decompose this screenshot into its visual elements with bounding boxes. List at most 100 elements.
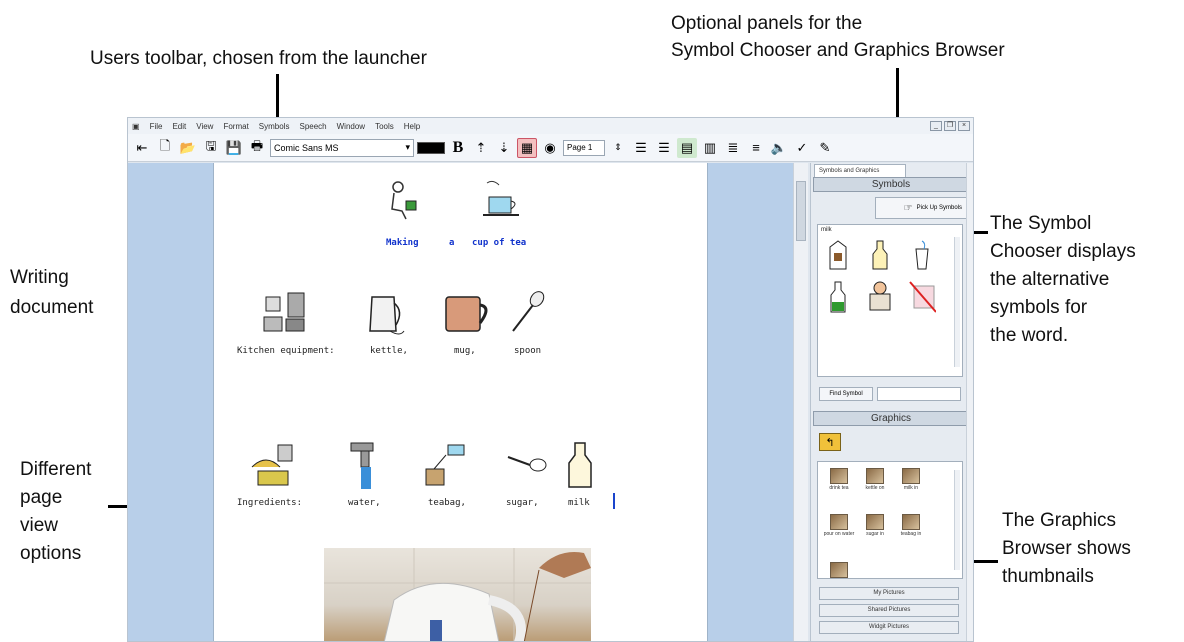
shared-pictures-button[interactable]: Shared Pictures xyxy=(819,604,959,617)
teacup-icon xyxy=(483,180,519,216)
callout-graphics-browser-3: thumbnails xyxy=(1002,566,1094,587)
callout-graphics-browser-1: The Graphics xyxy=(1002,510,1117,531)
symbol-option-milk-glass[interactable] xyxy=(908,237,936,273)
save-icon[interactable]: 💾 xyxy=(224,138,244,158)
page-stepper-icon[interactable]: ⇕ xyxy=(608,138,628,158)
callout-symbol-chooser-5: the word. xyxy=(990,325,1069,346)
symbols-section-header: Symbols xyxy=(813,177,969,192)
speaker-icon[interactable]: 🔈 xyxy=(769,138,789,158)
graphics-browser-scrollbar[interactable] xyxy=(954,470,960,570)
page-field[interactable]: Page 1 xyxy=(563,139,605,156)
teabag-symbol xyxy=(420,443,468,489)
menu-edit[interactable]: Edit xyxy=(172,122,186,131)
panel-scrollbar[interactable] xyxy=(966,163,973,641)
find-symbol-input[interactable] xyxy=(877,387,961,401)
minimize-icon[interactable]: _ xyxy=(930,121,942,131)
thumbnail-pour-on-water[interactable]: pour on water xyxy=(822,514,856,537)
find-symbol-button[interactable]: Find Symbol xyxy=(819,387,873,401)
align-center-icon[interactable]: ☰ xyxy=(654,138,674,158)
bold-button[interactable]: B xyxy=(448,138,468,158)
thumbnail-kettle-on[interactable]: kettle on xyxy=(858,468,892,491)
cup-of-tea-symbol xyxy=(479,179,523,221)
spellcheck-icon[interactable]: ✓ xyxy=(792,138,812,158)
milk-carton-icon xyxy=(829,240,847,270)
save-as-icon[interactable]: 🖫 xyxy=(201,138,221,158)
symbol-option-no-milk[interactable] xyxy=(908,279,936,315)
callout-symbol-chooser-4: symbols for xyxy=(990,297,1088,318)
widgit-pictures-button[interactable]: Widgit Pictures xyxy=(819,621,959,634)
no-milk-icon xyxy=(909,281,936,313)
symbol-option-milk-bottle[interactable] xyxy=(866,237,894,273)
font-select[interactable]: Comic Sans MS ▾ xyxy=(270,138,414,157)
menu-tools[interactable]: Tools xyxy=(375,122,394,131)
app-icon: ▣ xyxy=(132,121,140,131)
document-scroll-thumb[interactable] xyxy=(796,181,806,241)
symbol-option-milking[interactable] xyxy=(866,279,894,315)
symbol-option-milk-carton[interactable] xyxy=(824,237,852,273)
open-folder-icon[interactable]: 📂 xyxy=(178,138,198,158)
folder-up-button[interactable]: ↰ xyxy=(819,433,841,451)
text-cursor xyxy=(613,493,615,509)
kettle-photo xyxy=(324,548,591,641)
menu-help[interactable]: Help xyxy=(404,122,420,131)
menu-file[interactable]: File xyxy=(150,122,163,131)
new-document-icon[interactable]: 🗋 xyxy=(155,138,175,158)
milk-bottle-icon xyxy=(568,442,592,488)
menu-view[interactable]: View xyxy=(196,122,213,131)
align-left-icon[interactable]: ☰ xyxy=(631,138,651,158)
callout-page-view-4: options xyxy=(20,543,82,564)
document-scrollbar[interactable] xyxy=(793,163,808,641)
thumbnail-sugar-in[interactable]: sugar in xyxy=(858,514,892,537)
label-sugar: sugar, xyxy=(506,498,539,508)
tab-symbols-graphics[interactable]: Symbols and Graphics xyxy=(814,164,906,177)
document-page[interactable]: Making a cup of tea Kitchen equipment: k… xyxy=(213,163,708,641)
kitchen-appliances-icon xyxy=(263,292,305,332)
thumbnail-drink-tea[interactable]: drink tea xyxy=(822,468,856,491)
milk-green-bottle-icon xyxy=(830,281,846,313)
kettle-photo-image xyxy=(324,548,591,641)
folder-up-icon: ↰ xyxy=(825,436,835,449)
symbol-chooser-scrollbar[interactable] xyxy=(954,237,960,367)
thumbnail-milk-in[interactable]: milk in xyxy=(894,468,928,491)
thumbnail-teabag-in[interactable]: teabag in xyxy=(894,514,928,537)
milking-icon xyxy=(869,281,891,311)
page-view-icon[interactable]: ▤ xyxy=(677,137,697,158)
increase-size-icon[interactable]: ⇡ xyxy=(471,138,491,158)
callout-symbol-chooser-3: the alternative xyxy=(990,269,1110,290)
callout-writing-doc-2: document xyxy=(10,297,94,318)
symbols-graphics-panel: Symbols and Graphics Symbols ☞ Pick Up S… xyxy=(810,163,973,641)
menu-format[interactable]: Format xyxy=(223,122,248,131)
menu-speech[interactable]: Speech xyxy=(299,122,326,131)
print-icon[interactable]: 🖶 xyxy=(247,138,267,158)
thumbnail-label: kettle on xyxy=(865,485,885,491)
thumbnail-image xyxy=(830,468,848,484)
symbol-option-milk-green[interactable] xyxy=(824,279,852,315)
sugar-spoon-icon xyxy=(507,456,547,472)
list-icon[interactable]: ≡ xyxy=(746,138,766,158)
menu-symbols[interactable]: Symbols xyxy=(259,122,290,131)
kettle-icon xyxy=(369,296,405,335)
thumbnail-label: milk in xyxy=(903,485,919,491)
pick-up-symbols-button[interactable]: ☞ Pick Up Symbols xyxy=(875,197,967,219)
restore-icon[interactable]: ❐ xyxy=(944,121,956,131)
text-color-swatch[interactable] xyxy=(417,141,445,154)
decrease-size-icon[interactable]: ⇣ xyxy=(494,138,514,158)
label-kitchen-equipment: Kitchen equipment: xyxy=(237,346,335,356)
callout-writing-doc-1: Writing xyxy=(10,267,69,288)
spoon-symbol xyxy=(507,291,547,337)
thumbnail-image xyxy=(902,468,920,484)
line-spacing-icon[interactable]: ≣ xyxy=(723,138,743,158)
graphics-section-header: Graphics xyxy=(813,411,969,426)
symbol-toggle-icon[interactable]: ◉ xyxy=(540,138,560,158)
exit-icon[interactable]: ⇤ xyxy=(132,138,152,158)
menu-window[interactable]: Window xyxy=(337,122,365,131)
my-pictures-button[interactable]: My Pictures xyxy=(819,587,959,600)
close-icon[interactable]: × xyxy=(958,121,970,131)
thumbnail-label: sugar in xyxy=(866,531,884,537)
pen-icon[interactable]: ✎ xyxy=(815,138,835,158)
page-layout-icon[interactable]: ▥ xyxy=(700,138,720,158)
symbol-mode-icon[interactable]: ▦ xyxy=(517,137,537,158)
thumbnail-partial[interactable] xyxy=(822,562,856,579)
label-milk: milk xyxy=(568,498,590,508)
spoon-icon xyxy=(512,291,545,332)
